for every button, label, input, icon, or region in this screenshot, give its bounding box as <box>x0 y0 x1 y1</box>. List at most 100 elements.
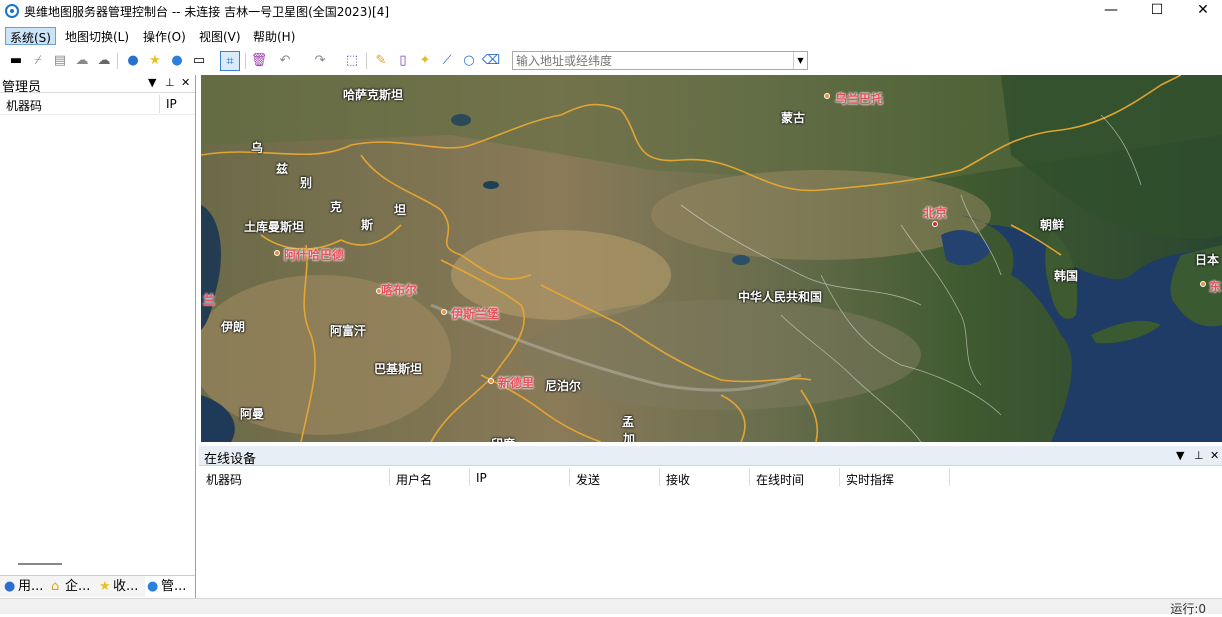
label-kabul: 喀布尔 <box>381 283 418 297</box>
select-rect-icon[interactable]: ⬚ <box>342 51 362 71</box>
menu-view[interactable]: 视图(V) <box>195 27 245 45</box>
col-realtime-command[interactable]: 实时指挥 <box>846 471 894 488</box>
admin-panel-header: 管理员 ▼ ⊥ ✕ <box>0 75 195 95</box>
tab-company[interactable]: ⌂ 企... <box>49 576 95 598</box>
map-imagery <box>201 75 1222 442</box>
app-logo-icon <box>5 4 19 18</box>
label-india-partial: 印度 <box>491 435 515 442</box>
window-title: 奥维地图服务器管理控制台 -- 未连接 吉林一号卫星图(全国2023)[4] <box>24 5 390 19</box>
online-devices-title: 在线设备 <box>204 452 257 467</box>
col-machine-code[interactable]: 机器码 <box>206 471 242 488</box>
panel-close-icon[interactable]: ✕ <box>181 76 190 89</box>
menu-bar: 系统(S) 地图切换(L) 操作(O) 视图(V) 帮助(H) <box>0 24 1222 48</box>
maximize-button[interactable]: ☐ <box>1134 0 1180 22</box>
person-icon[interactable]: ● <box>167 51 187 71</box>
panel-close-icon[interactable]: ✕ <box>1210 449 1219 462</box>
label-japan: 日本 <box>1195 253 1220 267</box>
admin-panel: 管理员 ▼ ⊥ ✕ 机器码 IP ● 用... ⌂ 企... ★ 收... ● 管... <box>0 75 196 598</box>
city-dot <box>488 378 494 384</box>
satellite-map[interactable]: 哈萨克斯坦 乌兰巴托 蒙古 乌 兹 别 克 斯 坦 土库曼斯坦 阿什哈巴德 北京… <box>201 75 1222 442</box>
label-turkmenistan: 土库曼斯坦 <box>244 220 305 234</box>
panel-dropdown-icon[interactable]: ▼ <box>1176 449 1184 462</box>
label-ashgabat: 阿什哈巴德 <box>284 248 345 262</box>
list-icon[interactable]: ▤ <box>50 51 70 71</box>
col-ip[interactable]: IP <box>476 471 487 485</box>
admin-icon: ● <box>147 579 159 594</box>
label-uzbek-zi: 兹 <box>276 162 289 176</box>
online-devices-table-header: 机器码 用户名 IP 发送 接收 在线时间 实时指挥 <box>199 466 1222 490</box>
label-uzbek-si: 斯 <box>361 218 374 232</box>
label-islamabad: 伊斯兰堡 <box>451 307 500 321</box>
user-icon: ● <box>4 579 16 594</box>
tab-admin[interactable]: ● 管... <box>145 576 195 598</box>
label-new-delhi: 新德里 <box>498 376 535 390</box>
label-uzbek-wu: 乌 <box>251 141 264 155</box>
ruler-icon[interactable]: ▯ <box>393 51 413 71</box>
device-icon[interactable]: ▭ <box>189 51 209 71</box>
label-uzbek-tan: 坦 <box>394 203 407 217</box>
label-afghanistan: 阿富汗 <box>330 324 367 338</box>
address-search: ▼ <box>512 51 808 70</box>
minimize-button[interactable]: — <box>1088 0 1134 22</box>
label-beijing: 北京 <box>923 206 948 220</box>
address-input[interactable] <box>513 52 789 69</box>
label-ulaanbaatar: 乌兰巴托 <box>835 92 884 106</box>
menu-operation[interactable]: 操作(O) <box>139 27 190 45</box>
city-dot <box>274 250 280 256</box>
polyline-icon[interactable]: ⟋ <box>437 51 457 71</box>
col-sent[interactable]: 发送 <box>576 471 600 488</box>
star-icon[interactable]: ★ <box>145 51 165 71</box>
horizontal-scrollbar[interactable] <box>18 563 62 565</box>
star-icon: ★ <box>99 579 111 594</box>
panel-pin-icon[interactable]: ⊥ <box>165 76 175 89</box>
label-china: 中华人民共和国 <box>738 290 823 304</box>
admin-table-header: 机器码 IP <box>0 93 195 115</box>
menu-system[interactable]: 系统(S) <box>5 27 56 45</box>
eraser-icon[interactable]: ⌫ <box>481 51 501 71</box>
label-iran: 伊朗 <box>221 320 246 334</box>
line-icon[interactable]: ⌿ <box>28 51 48 71</box>
col-username[interactable]: 用户名 <box>396 471 432 488</box>
address-dropdown-icon[interactable]: ▼ <box>793 52 807 69</box>
panel-dropdown-icon[interactable]: ▼ <box>148 76 156 89</box>
layout-icon[interactable]: ▬ <box>6 51 26 71</box>
col-ip[interactable]: IP <box>166 97 177 111</box>
label-bangladesh-jia: 加 <box>623 432 636 442</box>
capital-dot <box>932 221 938 227</box>
col-machine-code[interactable]: 机器码 <box>6 97 42 114</box>
running-status: 运行:0 <box>1170 602 1206 616</box>
city-dot <box>1200 281 1206 287</box>
pen-icon[interactable]: ✎ <box>371 51 391 71</box>
crop-icon[interactable]: ⌗ <box>220 51 240 71</box>
user-icon[interactable]: ● <box>123 51 143 71</box>
label-tokyo-partial: 东 <box>1209 280 1222 294</box>
label-mongolia: 蒙古 <box>781 111 806 125</box>
undo-icon[interactable]: ↶ <box>275 51 295 71</box>
cloud-icon[interactable]: ☁ <box>94 51 114 71</box>
tab-users[interactable]: ● 用... <box>2 576 48 598</box>
label-kazakhstan: 哈萨克斯坦 <box>343 88 404 102</box>
panel-pin-icon[interactable]: ⊥ <box>1194 449 1204 462</box>
label-pakistan: 巴基斯坦 <box>374 362 423 376</box>
label-north-korea: 朝鲜 <box>1040 218 1065 232</box>
cloud-upload-icon[interactable]: ☁ <box>72 51 92 71</box>
star-edit-icon[interactable]: ✦ <box>415 51 435 71</box>
close-button[interactable]: ✕ <box>1180 0 1222 22</box>
title-bar: 奥维地图服务器管理控制台 -- 未连接 吉林一号卫星图(全国2023)[4] —… <box>0 0 1222 22</box>
delete-icon[interactable]: 🗑 <box>249 51 269 71</box>
label-south-korea: 韩国 <box>1054 269 1079 283</box>
tab-favorites[interactable]: ★ 收... <box>97 576 143 598</box>
col-online-time[interactable]: 在线时间 <box>756 471 804 488</box>
label-uzbek-ke: 克 <box>330 200 343 214</box>
label-uzbek-bie: 别 <box>300 176 313 190</box>
online-devices-header: 在线设备 ▼ ⊥ ✕ <box>199 446 1222 467</box>
status-bar: 运行:0 <box>0 598 1222 616</box>
left-panel-tabs: ● 用... ⌂ 企... ★ 收... ● 管... <box>0 575 195 598</box>
label-nepal: 尼泊尔 <box>545 379 582 393</box>
menu-help[interactable]: 帮助(H) <box>249 27 299 45</box>
circle-icon[interactable]: ○ <box>459 51 479 71</box>
menu-map-switch[interactable]: 地图切换(L) <box>61 27 133 45</box>
col-received[interactable]: 接收 <box>666 471 690 488</box>
redo-icon[interactable]: ↷ <box>310 51 330 71</box>
company-icon: ⌂ <box>51 579 60 594</box>
